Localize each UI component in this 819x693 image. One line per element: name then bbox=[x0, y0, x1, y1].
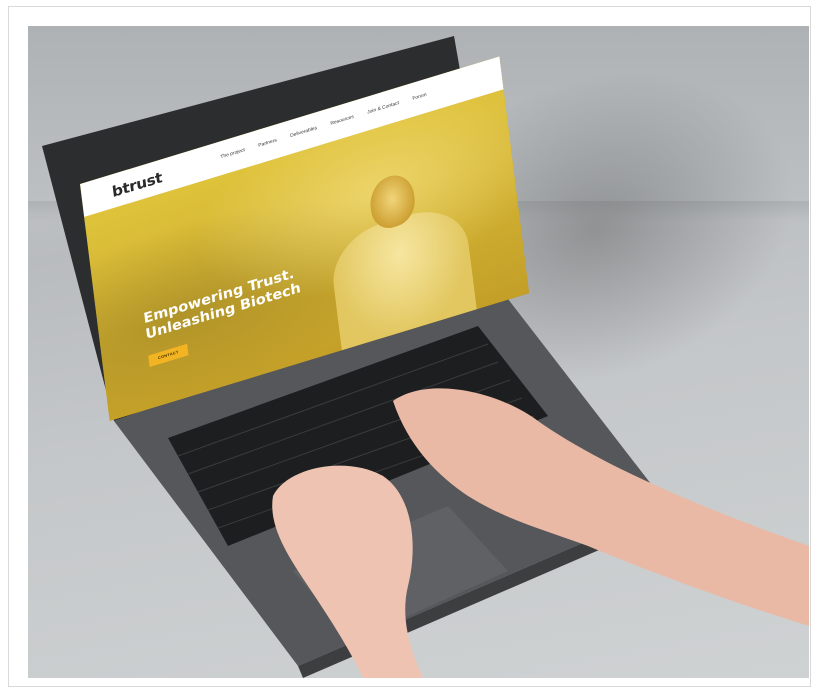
nav-item-the-project[interactable]: The project bbox=[220, 147, 245, 159]
nav-item-forum[interactable]: Forum bbox=[412, 92, 427, 101]
nav-item-resources[interactable]: Resources bbox=[330, 114, 354, 126]
nav-item-deliverables[interactable]: Deliverables bbox=[290, 125, 317, 138]
contact-button[interactable]: CONTACT bbox=[148, 343, 189, 368]
hero-title: Empowering Trust. Unleashing Biotech bbox=[142, 265, 302, 343]
nav-item-partners[interactable]: Partners bbox=[258, 138, 277, 149]
nav-item-join-contact[interactable]: Join & Contact bbox=[367, 100, 399, 115]
photo: btrust The project Partners Deliverables… bbox=[28, 26, 809, 678]
